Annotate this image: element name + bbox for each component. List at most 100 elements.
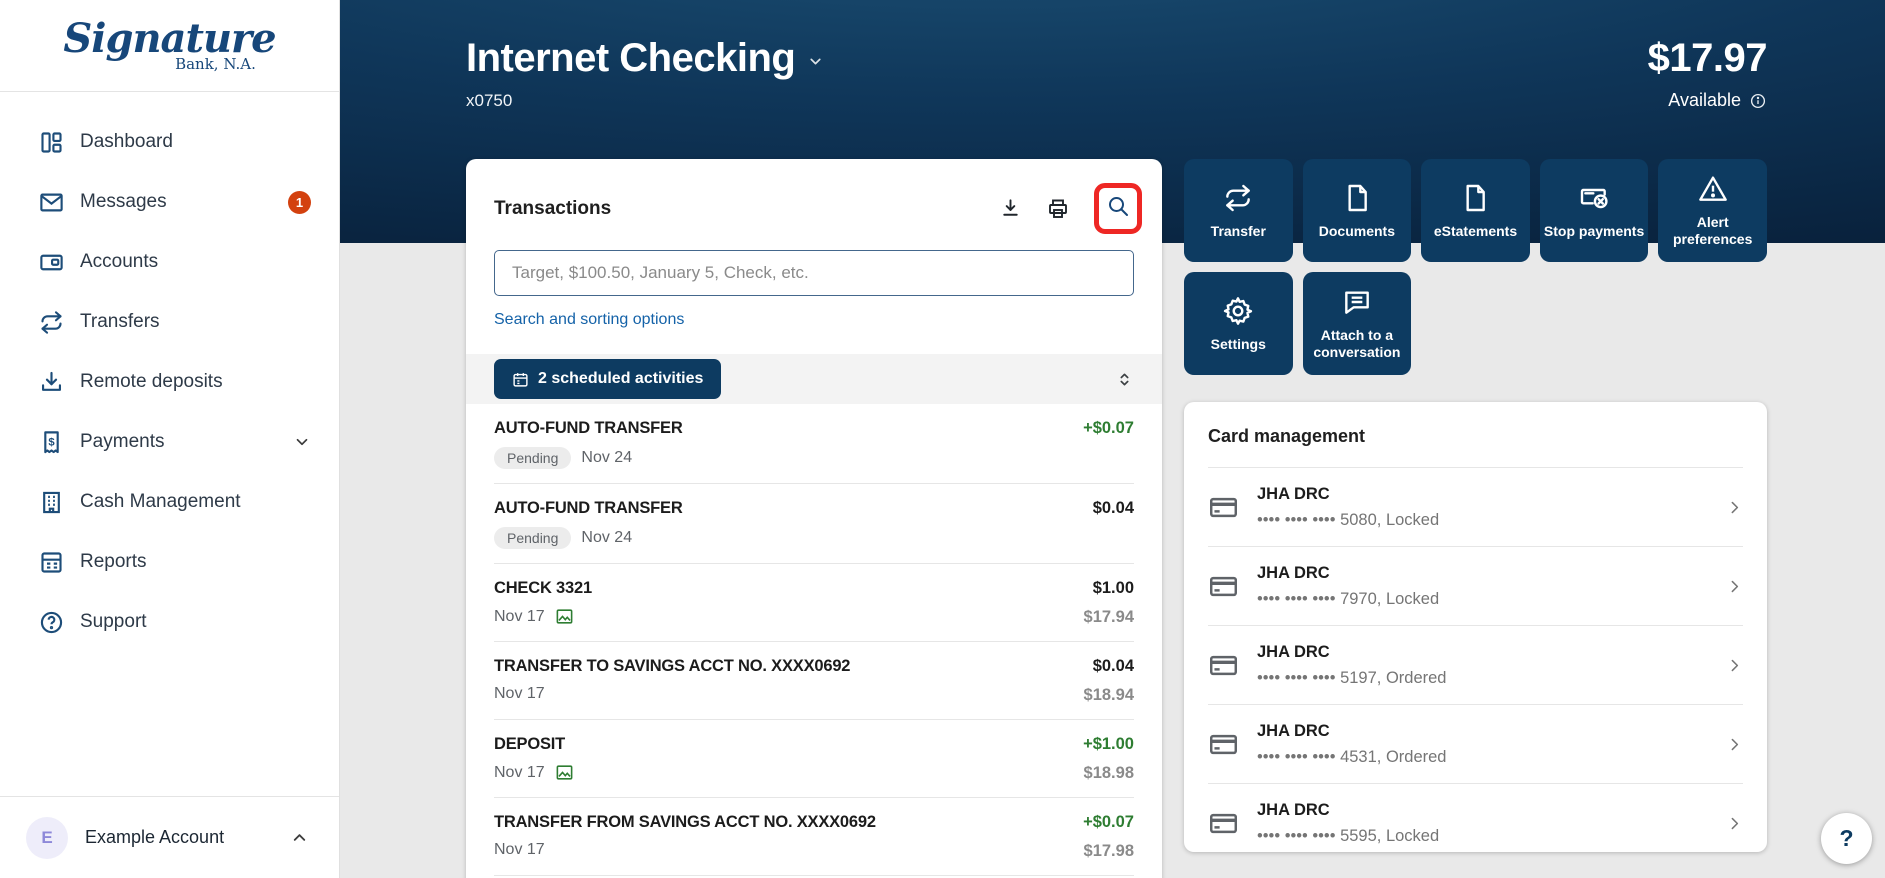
quick-action-label: Stop payments xyxy=(1544,223,1644,240)
sidebar-item-remote-deposits[interactable]: Remote deposits xyxy=(0,352,339,412)
running-balance: $17.98 xyxy=(1083,842,1134,861)
sidebar-item-reports[interactable]: Reports xyxy=(0,532,339,592)
sidebar-item-transfers[interactable]: Transfers xyxy=(0,292,339,352)
quick-action-label: eStatements xyxy=(1434,223,1517,240)
chevron-right-icon xyxy=(1726,499,1743,516)
chevron-right-icon xyxy=(1726,657,1743,674)
sidebar-item-label: Support xyxy=(80,611,311,633)
transaction-amount: +$0.07 xyxy=(1083,419,1134,438)
quick-action-label: Documents xyxy=(1319,223,1395,240)
sidebar-item-label: Dashboard xyxy=(80,131,311,153)
transfer-button[interactable]: Transfer xyxy=(1184,159,1293,262)
credit-card-icon xyxy=(1208,650,1239,681)
card-management-panel: Card management JHA DRC •••• •••• •••• 5… xyxy=(1184,402,1767,852)
sidebar-item-accounts[interactable]: Accounts xyxy=(0,232,339,292)
check-image-icon[interactable] xyxy=(555,763,574,782)
card-name: JHA DRC xyxy=(1257,643,1708,662)
sidebar-item-dashboard[interactable]: Dashboard xyxy=(0,112,339,172)
documents-button[interactable]: Documents xyxy=(1303,159,1412,262)
transaction-row[interactable]: DEPOSIT Nov 17 +$1.00 $18.98 xyxy=(494,720,1134,798)
scheduled-activities-button[interactable]: 2 scheduled activities xyxy=(494,359,721,399)
envelope-icon xyxy=(38,189,65,216)
transactions-title: Transactions xyxy=(494,198,611,220)
transaction-name: TRANSFER FROM SAVINGS ACCT NO. XXXX0692 xyxy=(494,813,876,832)
attach-to-conversation-button[interactable]: Attach to a conversation xyxy=(1303,272,1412,375)
download-icon[interactable] xyxy=(999,197,1022,220)
sidebar-item-payments[interactable]: $ Payments xyxy=(0,412,339,472)
card-row[interactable]: JHA DRC •••• •••• •••• 7970, Locked xyxy=(1208,547,1743,626)
transfer-icon xyxy=(38,309,65,336)
search-highlight-box xyxy=(1094,183,1142,234)
sidebar-item-label: Reports xyxy=(80,551,311,573)
transaction-amount: $0.04 xyxy=(1084,657,1134,676)
print-icon[interactable] xyxy=(1046,197,1070,221)
bank-logo-name: Signature xyxy=(63,19,275,59)
account-mask: x0750 xyxy=(466,91,824,111)
status-badge: Pending xyxy=(494,447,571,469)
card-detail: •••• •••• •••• 7970, Locked xyxy=(1257,590,1708,609)
info-icon[interactable] xyxy=(1749,92,1767,110)
transaction-name: CHECK 3321 xyxy=(494,579,592,598)
transaction-amount: +$0.07 xyxy=(1083,813,1134,832)
card-name: JHA DRC xyxy=(1257,722,1708,741)
card-name: JHA DRC xyxy=(1257,564,1708,583)
running-balance: $18.98 xyxy=(1083,764,1134,783)
main-area: Internet Checking x0750 $17.97 Available xyxy=(340,0,1885,878)
quick-action-label: Attach to a conversation xyxy=(1307,327,1408,361)
transaction-amount: $1.00 xyxy=(1084,579,1134,598)
account-switcher[interactable]: E Example Account xyxy=(0,796,339,878)
sidebar-item-label: Messages xyxy=(80,191,273,213)
sidebar-item-support[interactable]: Support xyxy=(0,592,339,652)
transaction-amount: $0.04 xyxy=(1093,499,1134,518)
credit-card-icon xyxy=(1208,492,1239,523)
balance-label: Available xyxy=(1668,90,1741,111)
transaction-row[interactable]: AUTO-FUND TRANSFER Pending Nov 24 +$0.07 xyxy=(494,404,1134,484)
settings-button[interactable]: Settings xyxy=(1184,272,1293,375)
sidebar-item-label: Remote deposits xyxy=(80,371,311,393)
gear-icon xyxy=(1222,295,1254,327)
transaction-row[interactable]: TRANSFER TO SAVINGS ACCT NO. XXXX0692 No… xyxy=(494,642,1134,720)
card-row[interactable]: JHA DRC •••• •••• •••• 5595, Locked xyxy=(1208,784,1743,852)
account-switcher-name: Example Account xyxy=(85,827,273,848)
sidebar-item-messages[interactable]: Messages 1 xyxy=(0,172,339,232)
scheduled-activities-label: 2 scheduled activities xyxy=(538,370,703,388)
reports-icon xyxy=(38,549,65,576)
transaction-date: Nov 17 xyxy=(494,764,545,782)
credit-card-icon xyxy=(1208,571,1239,602)
check-image-icon[interactable] xyxy=(555,607,574,626)
chevron-down-icon xyxy=(807,53,824,70)
chevron-up-icon xyxy=(290,828,309,847)
card-row[interactable]: JHA DRC •••• •••• •••• 5197, Ordered xyxy=(1208,626,1743,705)
sidebar-item-label: Payments xyxy=(80,431,278,453)
chevron-right-icon xyxy=(1726,736,1743,753)
transaction-name: DEPOSIT xyxy=(494,735,574,754)
card-row[interactable]: JHA DRC •••• •••• •••• 4531, Ordered xyxy=(1208,705,1743,784)
card-row[interactable]: JHA DRC •••• •••• •••• 5080, Locked xyxy=(1208,468,1743,547)
sidebar-item-cash-management[interactable]: Cash Management xyxy=(0,472,339,532)
bank-logo: Signature Bank, N.A. xyxy=(0,0,339,92)
transaction-row[interactable]: CHECK 3321 Nov 17 $1.00 $17.94 xyxy=(494,564,1134,642)
card-name: JHA DRC xyxy=(1257,801,1708,820)
account-title-dropdown[interactable]: Internet Checking xyxy=(466,36,824,81)
chevron-right-icon xyxy=(1726,815,1743,832)
sort-order-icon[interactable] xyxy=(1115,370,1134,389)
search-icon[interactable] xyxy=(1106,194,1130,218)
search-sorting-options-link[interactable]: Search and sorting options xyxy=(494,311,684,329)
transaction-name: TRANSFER TO SAVINGS ACCT NO. XXXX0692 xyxy=(494,657,850,676)
transaction-date: Nov 24 xyxy=(581,449,632,467)
transaction-date: Nov 24 xyxy=(581,529,632,547)
estatements-button[interactable]: eStatements xyxy=(1421,159,1530,262)
transaction-name: AUTO-FUND TRANSFER xyxy=(494,419,683,438)
stop-payment-icon xyxy=(1578,182,1610,214)
chevron-down-icon xyxy=(293,433,311,451)
alert-preferences-button[interactable]: Alert preferences xyxy=(1658,159,1767,262)
stop-payments-button[interactable]: Stop payments xyxy=(1540,159,1649,262)
transaction-row[interactable]: AUTO-FUND TRANSFER Pending Nov 24 $0.04 xyxy=(494,484,1134,564)
transaction-search-input[interactable] xyxy=(494,250,1134,296)
transaction-name: AUTO-FUND TRANSFER xyxy=(494,499,683,518)
wallet-icon xyxy=(38,249,65,276)
transaction-amount: +$1.00 xyxy=(1083,735,1134,754)
svg-text:$: $ xyxy=(48,436,55,448)
card-detail: •••• •••• •••• 5080, Locked xyxy=(1257,511,1708,530)
transaction-row[interactable]: TRANSFER FROM SAVINGS ACCT NO. XXXX0692 … xyxy=(494,798,1134,876)
